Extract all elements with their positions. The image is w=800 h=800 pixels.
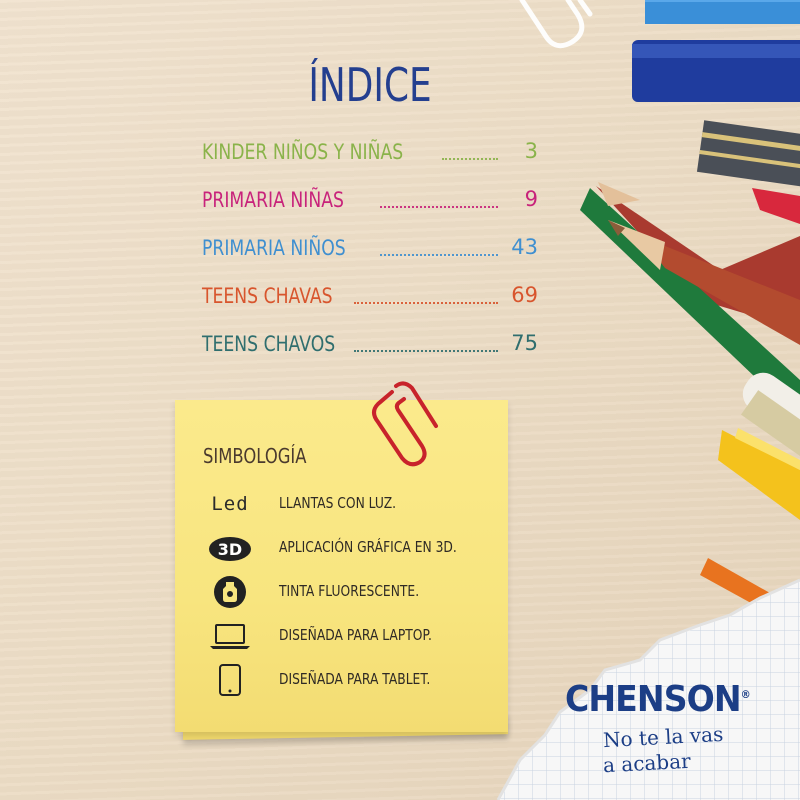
dotted-leader [380, 254, 498, 256]
blue-marker-icon [645, 0, 800, 24]
legend-item-label: DISEÑADA PARA TABLET. [279, 670, 431, 688]
fluorescent-ink-icon [197, 574, 263, 610]
legend-item-label: DISEÑADA PARA LAPTOP. [279, 626, 432, 644]
toc-entry[interactable]: PRIMARIA NIÑOS 43 [202, 224, 540, 272]
legend-item: Led LLANTAS CON LUZ. [197, 486, 497, 522]
toc-entry[interactable]: TEENS CHAVOS 75 [202, 320, 540, 368]
paper-clip-icon [519, 0, 593, 49]
toc-entry-label: TEENS CHAVOS [202, 332, 336, 356]
tablet-icon [197, 662, 263, 698]
dotted-leader [380, 206, 498, 208]
toc-entry-page: 43 [511, 235, 538, 259]
legend-item-label: APLICACIÓN GRÁFICA EN 3D. [279, 538, 457, 556]
legend-item-label: LLANTAS CON LUZ. [279, 494, 397, 512]
sticky-note: SIMBOLOGÍA Led LLANTAS CON LUZ. 3D APLIC… [175, 400, 508, 732]
3d-badge-icon: 3D [197, 530, 263, 566]
legend-item: 3D APLICACIÓN GRÁFICA EN 3D. [197, 530, 497, 566]
legend-item: TINTA FLUORESCENTE. [197, 574, 497, 610]
legend-item: DISEÑADA PARA TABLET. [197, 662, 497, 698]
3d-badge-text: 3D [218, 540, 242, 559]
toc-entry-label: PRIMARIA NIÑAS [202, 188, 344, 212]
toc-entry[interactable]: KINDER NIÑOS Y NIÑAS 3 [202, 128, 540, 176]
index-title: ÍNDICE [308, 58, 432, 112]
toc-entry[interactable]: TEENS CHAVAS 69 [202, 272, 540, 320]
legend-item-label: TINTA FLUORESCENTE. [279, 582, 420, 600]
dark-blue-marker-icon [632, 40, 800, 102]
gray-pencil-icon [696, 120, 800, 188]
toc-entry-label: PRIMARIA NIÑOS [202, 236, 346, 260]
toc-entry-page: 75 [511, 331, 538, 355]
led-text-icon: Led [197, 486, 263, 522]
dotted-leader [354, 302, 498, 304]
toc-entry-label: KINDER NIÑOS Y NIÑAS [202, 140, 404, 164]
led-label: Led [211, 493, 249, 515]
dotted-leader [354, 350, 498, 352]
toc-entry[interactable]: PRIMARIA NIÑAS 9 [202, 176, 540, 224]
registered-mark: ® [740, 688, 751, 701]
toc-entry-label: TEENS CHAVAS [202, 284, 333, 308]
brand-name: CHENSON® [565, 679, 751, 720]
brand-name-text: CHENSON [565, 679, 742, 720]
toc-entry-page: 9 [524, 187, 538, 211]
laptop-icon [197, 618, 263, 654]
brand-tagline-line2: a acabar [602, 748, 692, 778]
table-of-contents: KINDER NIÑOS Y NIÑAS 3 PRIMARIA NIÑAS 9 … [202, 128, 540, 368]
legend-item: DISEÑADA PARA LAPTOP. [197, 618, 497, 654]
legend-title: SIMBOLOGÍA [203, 444, 307, 468]
toc-entry-page: 69 [511, 283, 538, 307]
dotted-leader [442, 158, 498, 160]
toc-entry-page: 3 [524, 139, 538, 163]
